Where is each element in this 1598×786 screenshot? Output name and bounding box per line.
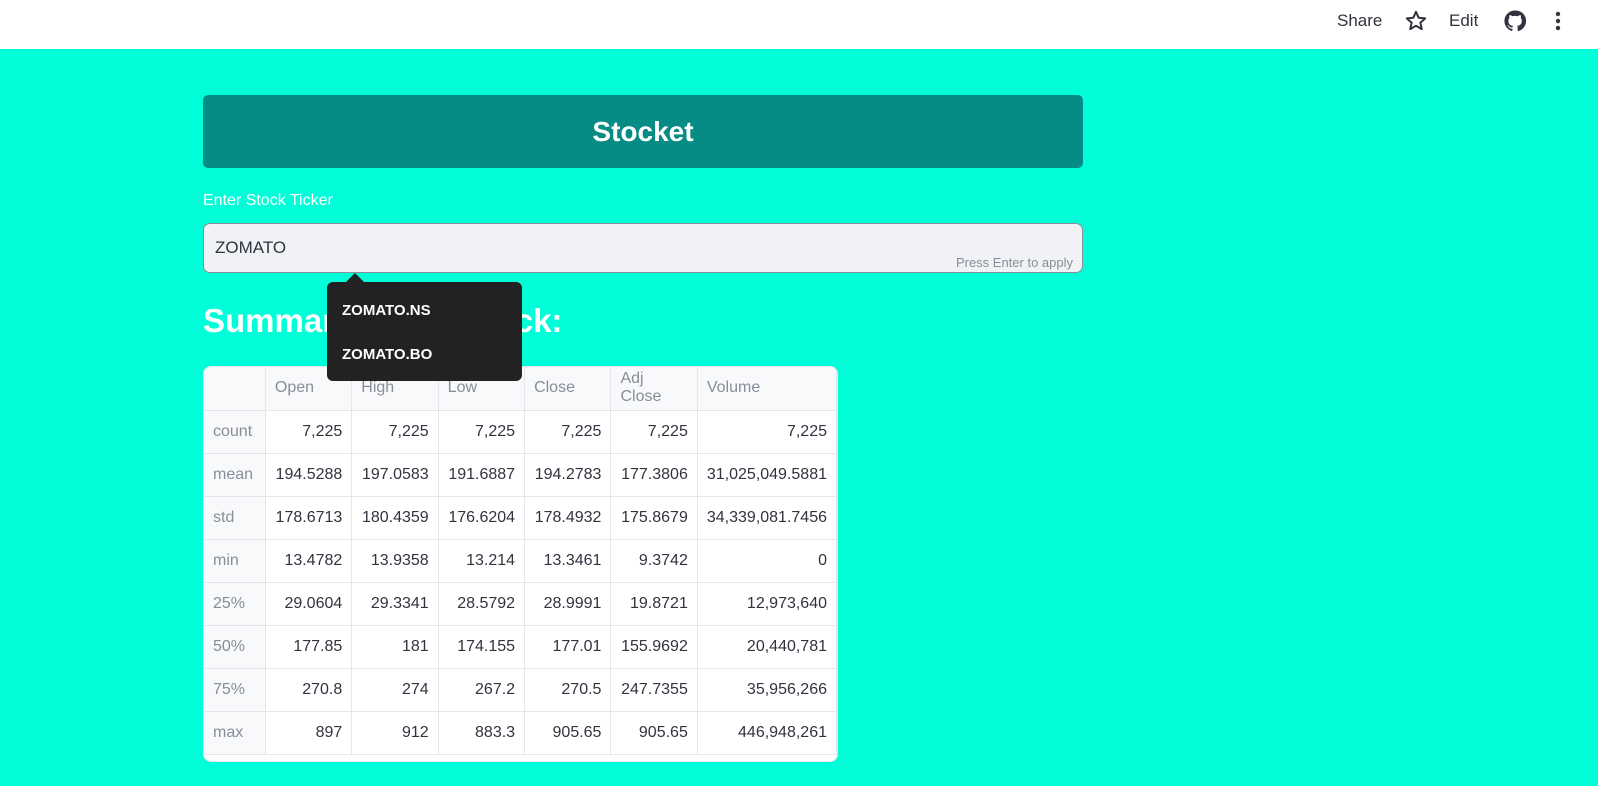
summary-table[interactable]: Open High Low Close Adj Close Volume cou… <box>203 366 838 762</box>
table-cell: 176.6204 <box>438 496 526 540</box>
table-cell: 13.4782 <box>265 539 353 583</box>
table-cell: 883.3 <box>438 711 526 755</box>
table-cell: 194.5288 <box>265 453 353 497</box>
table-cell: 7,225 <box>351 410 439 454</box>
dropdown-caret <box>346 273 364 282</box>
table-cell: 175.8679 <box>610 496 698 540</box>
dropdown-option[interactable]: ZOMATO.BO <box>342 346 432 363</box>
row-label: min <box>204 539 266 583</box>
dropdown-option[interactable]: ZOMATO.NS <box>342 302 431 319</box>
table-row: mean 194.5288 197.0583 191.6887 194.2783… <box>204 453 837 497</box>
column-header[interactable]: Volume <box>697 367 837 411</box>
table-cell: 34,339,081.7456 <box>697 496 837 540</box>
row-label: mean <box>204 453 266 497</box>
table-row: count 7,225 7,225 7,225 7,225 7,225 7,22… <box>204 410 837 454</box>
table-cell: 7,225 <box>697 410 837 454</box>
table-row: std 178.6713 180.4359 176.6204 178.4932 … <box>204 496 837 540</box>
table-cell: 177.01 <box>524 625 612 669</box>
table-cell: 177.85 <box>265 625 353 669</box>
share-button[interactable]: Share <box>1337 11 1382 31</box>
table-cell: 178.6713 <box>265 496 353 540</box>
table-row: 50% 177.85 181 174.155 177.01 155.9692 2… <box>204 625 837 669</box>
column-header[interactable]: Close <box>524 367 612 411</box>
table-cell: 29.3341 <box>351 582 439 626</box>
autocomplete-dropdown: ZOMATO.NS ZOMATO.BO <box>327 282 522 381</box>
table-cell: 31,025,049.5881 <box>697 453 837 497</box>
table-row: 75% 270.8 274 267.2 270.5 247.7355 35,95… <box>204 668 837 712</box>
row-label: count <box>204 410 266 454</box>
table-cell: 174.155 <box>438 625 526 669</box>
table-cell: 194.2783 <box>524 453 612 497</box>
table-cell: 9.3742 <box>610 539 698 583</box>
table-cell: 897 <box>265 711 353 755</box>
table-cell: 178.4932 <box>524 496 612 540</box>
table-cell: 29.0604 <box>265 582 353 626</box>
ticker-input-label: Enter Stock Ticker <box>203 192 333 209</box>
table-cell: 19.8721 <box>610 582 698 626</box>
table-cell: 13.9358 <box>351 539 439 583</box>
app-title: Stocket <box>592 115 694 147</box>
table-cell: 7,225 <box>265 410 353 454</box>
column-header[interactable]: Adj Close <box>610 367 698 411</box>
table-cell: 181 <box>351 625 439 669</box>
table-row: 25% 29.0604 29.3341 28.5792 28.9991 19.8… <box>204 582 837 626</box>
column-header <box>204 367 266 411</box>
table-cell: 28.5792 <box>438 582 526 626</box>
row-label: max <box>204 711 266 755</box>
table-cell: 7,225 <box>610 410 698 454</box>
table-cell: 274 <box>351 668 439 712</box>
table-cell: 35,956,266 <box>697 668 837 712</box>
table-cell: 267.2 <box>438 668 526 712</box>
table-cell: 20,440,781 <box>697 625 837 669</box>
table-row: min 13.4782 13.9358 13.214 13.3461 9.374… <box>204 539 837 583</box>
table-cell: 446,948,261 <box>697 711 837 755</box>
table-cell: 7,225 <box>438 410 526 454</box>
github-icon[interactable] <box>1503 9 1527 33</box>
table-cell: 905.65 <box>610 711 698 755</box>
table-cell: 180.4359 <box>351 496 439 540</box>
row-label: 75% <box>204 668 266 712</box>
table-cell: 177.3806 <box>610 453 698 497</box>
edit-button[interactable]: Edit <box>1449 11 1478 31</box>
table-cell: 191.6887 <box>438 453 526 497</box>
star-icon[interactable] <box>1404 9 1428 33</box>
table-cell: 28.9991 <box>524 582 612 626</box>
row-label: std <box>204 496 266 540</box>
table-cell: 270.8 <box>265 668 353 712</box>
row-label: 25% <box>204 582 266 626</box>
ticker-input-value[interactable]: ZOMATO <box>215 238 286 258</box>
table-cell: 7,225 <box>524 410 612 454</box>
row-label: 50% <box>204 625 266 669</box>
table-cell: 197.0583 <box>351 453 439 497</box>
table-cell: 155.9692 <box>610 625 698 669</box>
table-cell: 13.3461 <box>524 539 612 583</box>
app-banner: Stocket <box>203 95 1083 168</box>
table-cell: 13.214 <box>438 539 526 583</box>
table-cell: 912 <box>351 711 439 755</box>
table-cell: 0 <box>697 539 837 583</box>
input-hint: Press Enter to apply <box>955 255 1073 270</box>
table-cell: 12,973,640 <box>697 582 837 626</box>
top-toolbar: Share Edit <box>0 0 1598 49</box>
more-vertical-icon[interactable] <box>1548 9 1568 33</box>
ticker-input[interactable]: ZOMATO Press Enter to apply <box>203 223 1083 273</box>
table-cell: 270.5 <box>524 668 612 712</box>
table-cell: 905.65 <box>524 711 612 755</box>
table-row: max 897 912 883.3 905.65 905.65 446,948,… <box>204 711 837 755</box>
table-cell: 247.7355 <box>610 668 698 712</box>
